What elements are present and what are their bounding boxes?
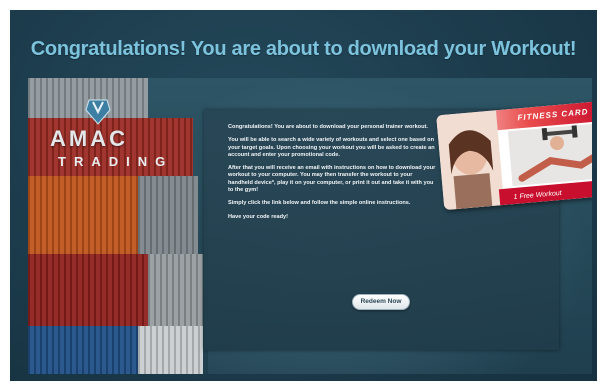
container-blue [28, 326, 138, 374]
container-grey-low [148, 254, 203, 326]
logo-name: AMAC [50, 126, 128, 151]
paragraph-email: After that you will receive an email wit… [228, 165, 436, 194]
container-grey-mid [138, 176, 198, 254]
page-headline: Congratulations! You are about to downlo… [30, 38, 577, 60]
paragraph-search: You will be able to search a wide variet… [228, 137, 435, 158]
globe-logo-icon [83, 96, 113, 126]
paragraph-intro: Congratulations! You are about to downlo… [228, 124, 428, 130]
paragraph-code: Have your code ready! [228, 213, 289, 220]
redeem-now-button[interactable]: Redeem Now [352, 294, 410, 310]
container-orange [28, 176, 138, 254]
fitness-card-image: FITNESS CARD 1 Free Workout [436, 100, 592, 211]
promo-frame: Congratulations! You are about to downlo… [10, 10, 597, 381]
container-red-2 [28, 254, 148, 326]
instructions-text: Congratulations! You are about to downlo… [228, 124, 438, 227]
shipping-containers-image: AMAC TRADING [28, 78, 203, 374]
container-white [138, 326, 203, 374]
promo-banner: AMAC TRADING Congratulations! You are ab… [28, 78, 592, 374]
logo-subtitle: TRADING [58, 154, 174, 169]
paragraph-link: Simply click the link below and follow t… [228, 200, 411, 207]
